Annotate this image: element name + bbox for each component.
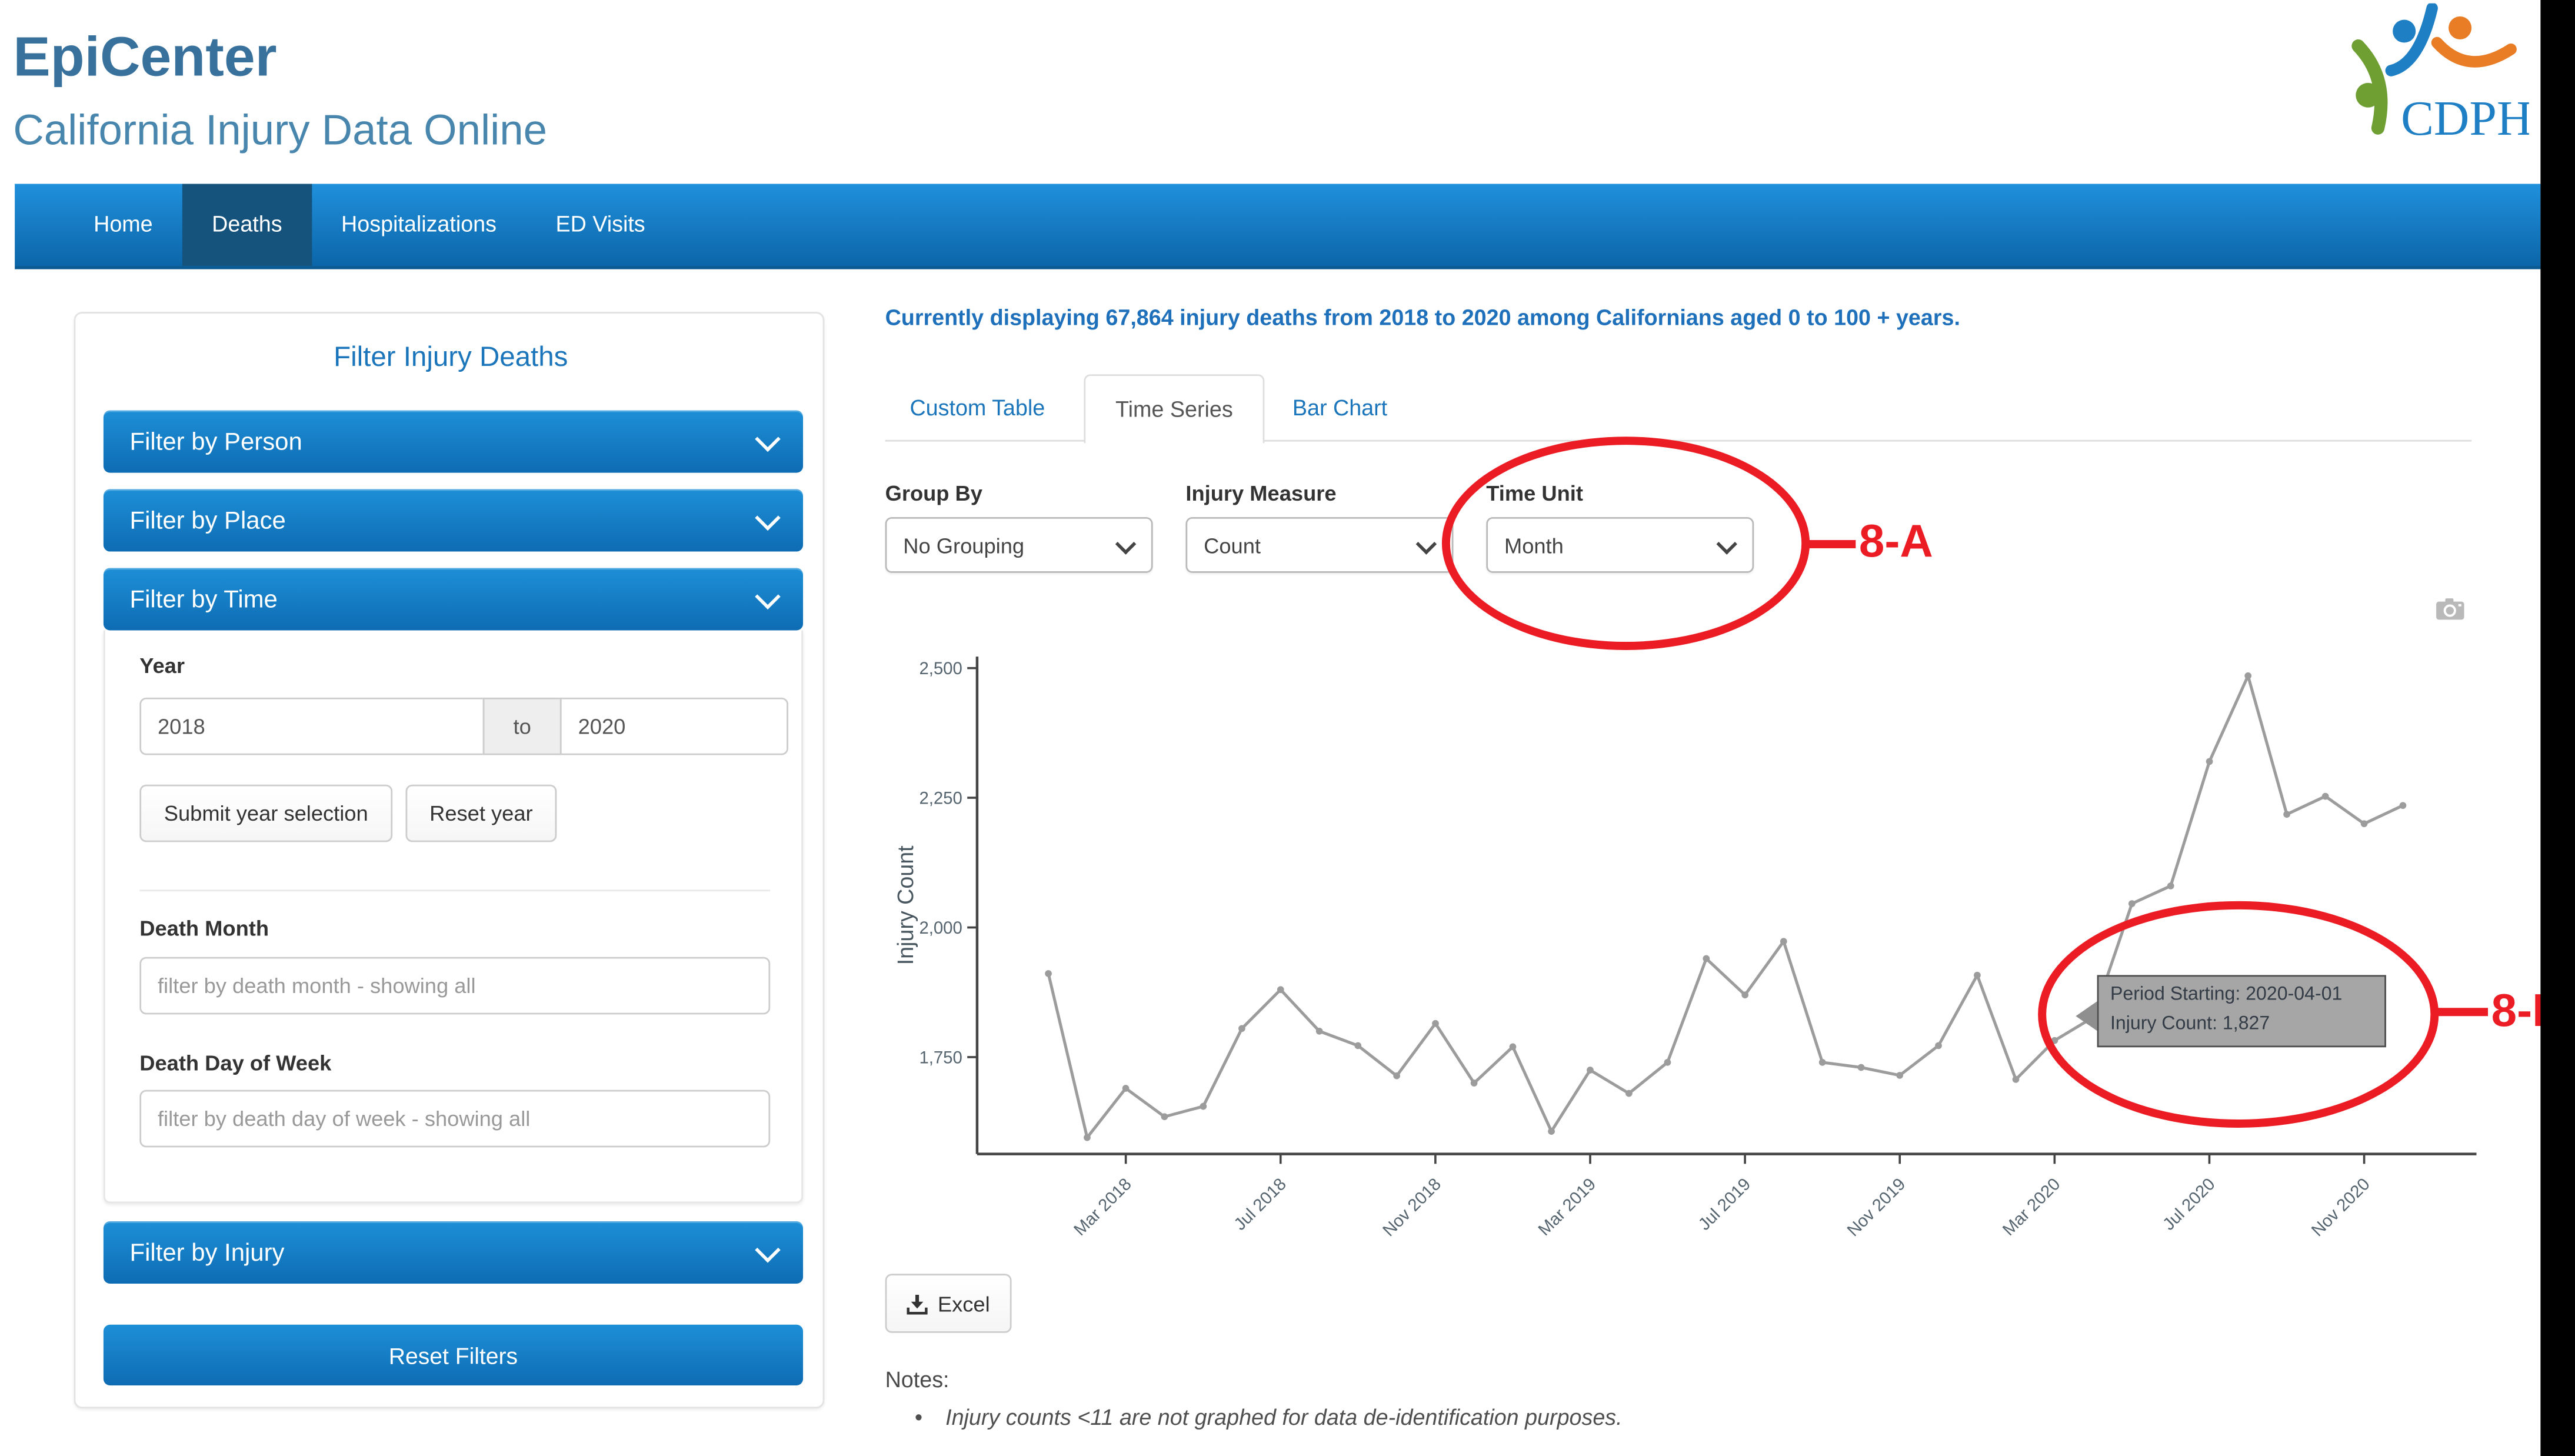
annotation-line-8a: [1807, 540, 1856, 548]
main-nav: Home Deaths Hospitalizations ED Visits: [15, 184, 2540, 269]
accordion-label: Filter by Time: [130, 585, 278, 613]
accordion-label: Filter by Place: [130, 507, 286, 534]
reset-filters-button[interactable]: Reset Filters: [104, 1325, 803, 1385]
notes-heading: Notes:: [885, 1367, 950, 1392]
year-to-input[interactable]: [560, 698, 788, 755]
accordion-filter-by-injury[interactable]: Filter by Injury: [104, 1221, 803, 1284]
annotation-ellipse-8b: [2038, 901, 2439, 1128]
app-subtitle: California Injury Data Online: [13, 105, 547, 156]
nav-item-hospitalizations[interactable]: Hospitalizations: [312, 184, 526, 266]
chevron-down-icon: [755, 584, 780, 609]
sidebar-title: Filter Injury Deaths: [75, 341, 826, 374]
divider: [139, 889, 770, 891]
reset-year-button[interactable]: Reset year: [405, 785, 557, 842]
accordion-filter-by-person[interactable]: Filter by Person: [104, 411, 803, 473]
camera-icon[interactable]: [2436, 598, 2465, 621]
year-label: Year: [139, 654, 185, 678]
year-from-input[interactable]: [139, 698, 484, 755]
injury-measure-label: Injury Measure: [1185, 481, 1336, 506]
submit-year-button[interactable]: Submit year selection: [139, 785, 392, 842]
svg-text:Nov 2019: Nov 2019: [1843, 1174, 1909, 1240]
excel-button-label: Excel: [938, 1291, 990, 1316]
accordion-label: Filter by Injury: [130, 1238, 285, 1266]
group-by-value: No Grouping: [903, 532, 1024, 557]
chevron-down-icon: [755, 427, 780, 452]
chevron-down-icon: [1115, 534, 1137, 555]
chevron-down-icon: [755, 1237, 780, 1262]
cdph-logo-text: CDPH: [2401, 91, 2529, 146]
svg-text:Jul 2019: Jul 2019: [1695, 1174, 1755, 1234]
cdph-logo-icon: CDPH: [2345, 4, 2529, 148]
results-summary: Currently displaying 67,864 injury death…: [885, 305, 2330, 330]
group-by-select[interactable]: No Grouping: [885, 517, 1153, 573]
svg-text:Injury Count: Injury Count: [893, 845, 918, 965]
death-dow-input[interactable]: [139, 1090, 770, 1148]
chevron-down-icon: [755, 505, 780, 531]
app-title: EpiCenter: [13, 26, 277, 91]
death-month-input[interactable]: [139, 957, 770, 1015]
right-edge-black-bar: [2540, 0, 2575, 1456]
group-by-label: Group By: [885, 481, 982, 506]
download-icon: [907, 1292, 928, 1314]
injury-measure-value: Count: [1204, 532, 1261, 557]
death-dow-label: Death Day of Week: [139, 1051, 331, 1075]
accordion-label: Filter by Person: [130, 428, 302, 455]
accordion-filter-by-time[interactable]: Filter by Time: [104, 568, 803, 630]
nav-item-ed-visits[interactable]: ED Visits: [526, 184, 675, 266]
year-to-separator: to: [483, 698, 562, 755]
annotation-label-8a: 8-A: [1859, 515, 1933, 568]
svg-text:Jul 2018: Jul 2018: [1230, 1174, 1290, 1234]
accordion-filter-by-place[interactable]: Filter by Place: [104, 489, 803, 552]
svg-text:Mar 2018: Mar 2018: [1070, 1174, 1135, 1240]
filter-sidebar: Filter Injury Deaths Filter by Person Fi…: [74, 312, 825, 1408]
nav-item-deaths[interactable]: Deaths: [182, 184, 312, 266]
death-month-label: Death Month: [139, 916, 269, 941]
tab-bar-chart[interactable]: Bar Chart: [1268, 376, 1412, 442]
note-item: Injury counts <11 are not graphed for da…: [915, 1405, 1623, 1430]
svg-text:2,250: 2,250: [919, 789, 962, 808]
svg-text:Mar 2020: Mar 2020: [1999, 1174, 2064, 1240]
annotation-line-8b: [2437, 1008, 2489, 1016]
annotation-ellipse-8a: [1442, 437, 1810, 650]
tab-time-series[interactable]: Time Series: [1084, 374, 1264, 443]
svg-text:Nov 2020: Nov 2020: [2308, 1174, 2374, 1240]
tab-custom-table[interactable]: Custom Table: [885, 376, 1070, 442]
filter-by-time-panel: Year to Submit year selection Reset year…: [104, 630, 803, 1203]
injury-measure-select[interactable]: Count: [1185, 517, 1453, 573]
svg-text:2,500: 2,500: [919, 659, 962, 678]
svg-text:2,000: 2,000: [919, 918, 962, 938]
svg-text:Mar 2019: Mar 2019: [1534, 1174, 1600, 1240]
svg-text:Jul 2020: Jul 2020: [2159, 1174, 2219, 1234]
page: EpiCenter California Injury Data Online …: [0, 0, 2575, 1456]
svg-text:1,750: 1,750: [919, 1048, 962, 1068]
chevron-down-icon: [1416, 534, 1437, 555]
svg-text:Nov 2018: Nov 2018: [1379, 1174, 1445, 1240]
nav-item-home[interactable]: Home: [64, 184, 182, 266]
